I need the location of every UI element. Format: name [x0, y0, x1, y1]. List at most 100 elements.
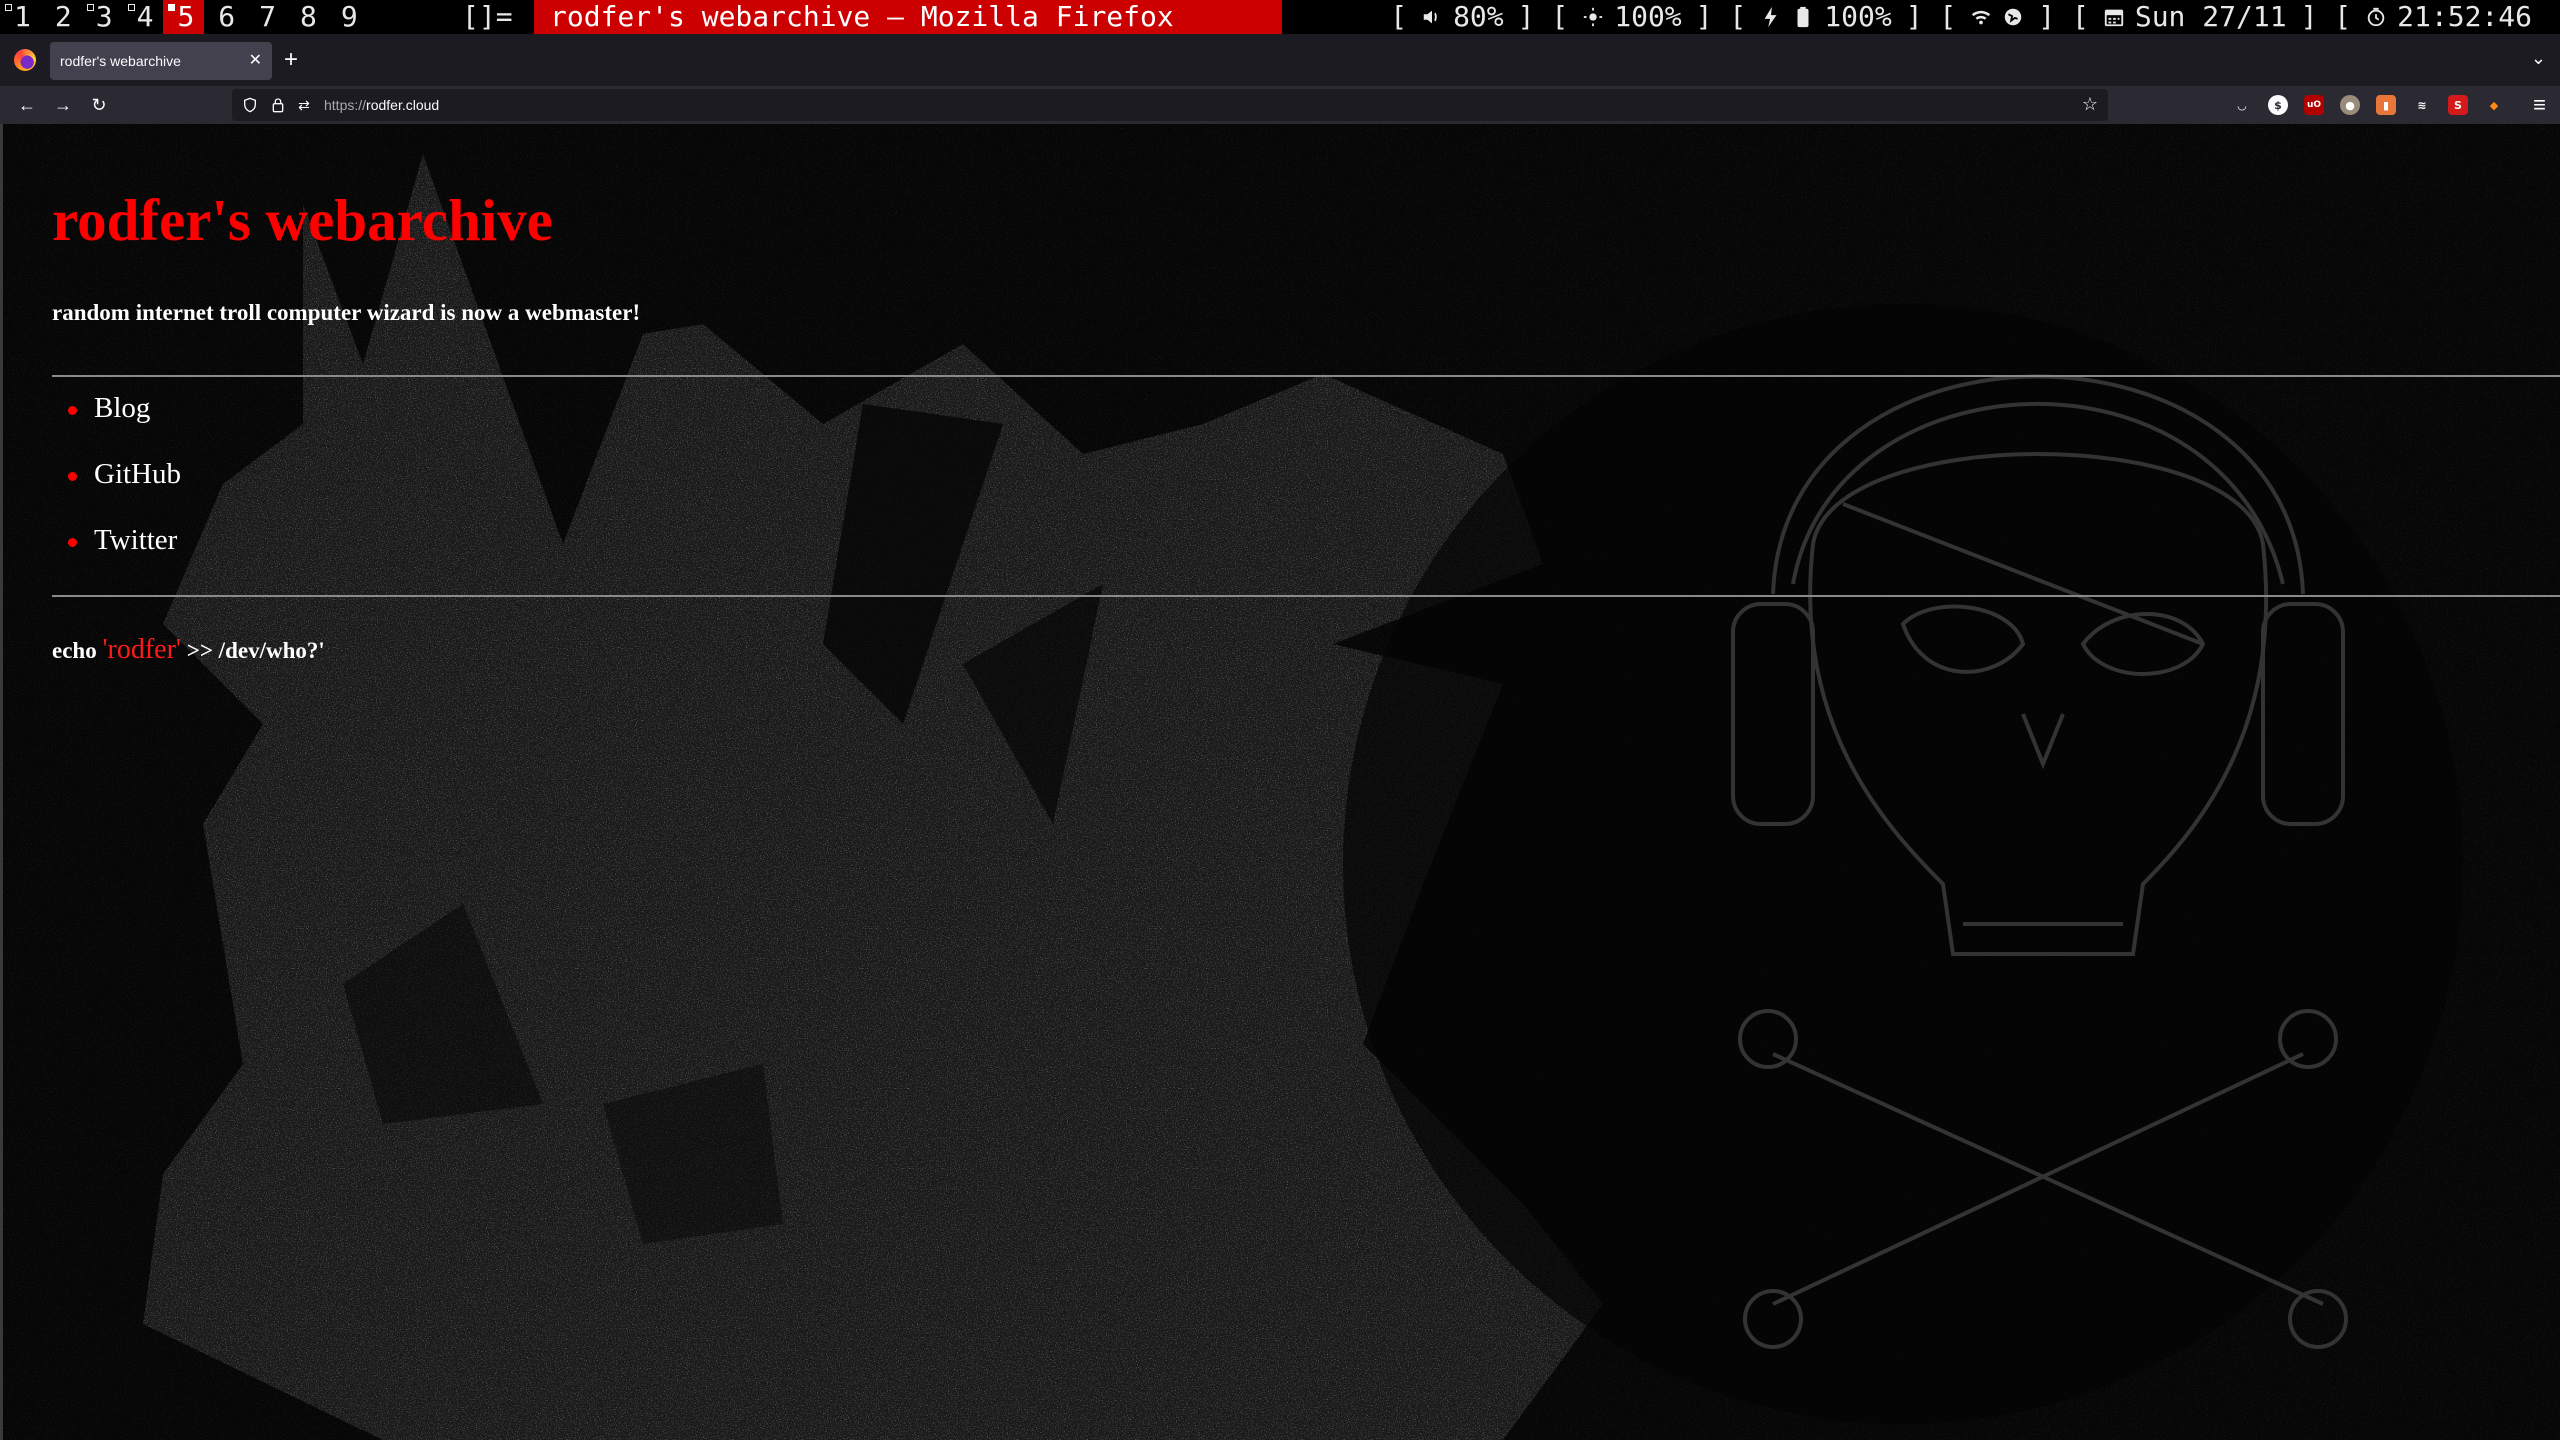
tab-title: rodfer's webarchive: [60, 53, 181, 69]
fox-extension-icon[interactable]: ◆: [2484, 95, 2504, 115]
url-text[interactable]: https://rodfer.cloud: [324, 97, 439, 113]
tag-label: 7: [259, 0, 277, 33]
trash-extension-icon[interactable]: ▮: [2376, 95, 2396, 115]
close-tab-icon[interactable]: ✕: [249, 50, 262, 70]
clock-icon: [2367, 7, 2385, 27]
browser-nav-bar: ← → ↻ ⇄ https://rodfer.cloud ☆ ◡ $ uO ● …: [0, 86, 2560, 124]
s-extension-icon[interactable]: S: [2448, 95, 2468, 115]
network-status: [1964, 6, 2030, 28]
reload-icon[interactable]: ↻: [86, 92, 112, 118]
occupied-indicator: [168, 4, 176, 11]
workspace-tag-9[interactable]: 9: [327, 0, 368, 34]
lock-icon[interactable]: [268, 95, 288, 115]
site-tagline: random internet troll computer wizard is…: [52, 300, 641, 325]
tag-label: 2: [54, 0, 72, 33]
nav-link-blog[interactable]: Blog: [52, 392, 181, 458]
link-label: GitHub: [94, 458, 181, 490]
speaker-icon: [1423, 10, 1437, 24]
workspace-tag-6[interactable]: 6: [204, 0, 245, 34]
workspace-tag-3[interactable]: 3: [82, 0, 123, 34]
occupied-indicator: [127, 4, 135, 11]
bracket: ] [: [1517, 0, 1569, 33]
status-area: [ 80% ] [ 100% ] [ 100% ] [ ] [ Sun 27/1…: [1382, 0, 2538, 34]
volume-value: 80%: [1453, 0, 1504, 33]
tag-label: 9: [340, 0, 358, 33]
browser-tab-bar: rodfer's webarchive ✕ + ⌄: [0, 34, 2560, 86]
echo-prefix: echo: [52, 638, 103, 663]
page-viewport: rodfer's webarchive random internet trol…: [0, 124, 2560, 1440]
site-title: rodfer's webarchive: [52, 187, 553, 253]
new-tab-button[interactable]: +: [284, 46, 298, 74]
hamburger-menu-icon[interactable]: ≡: [2533, 92, 2546, 118]
tag-label: 1: [14, 0, 31, 33]
tag-label: 8: [300, 0, 317, 33]
tag-label: 6: [218, 0, 236, 33]
workspace-tag-5[interactable]: 5: [163, 0, 205, 34]
bracket: ] [: [2038, 0, 2089, 33]
link-label: Blog: [94, 392, 151, 424]
calendar-icon: [2104, 9, 2124, 27]
time-status: 21:52:46: [2359, 0, 2538, 34]
browser-tab-active[interactable]: rodfer's webarchive ✕: [50, 42, 272, 80]
nav-link-twitter[interactable]: Twitter: [52, 524, 181, 590]
echo-suffix: >> /dev/who?': [180, 638, 325, 663]
pocket-icon[interactable]: ◡: [2232, 95, 2252, 115]
date-value: Sun 27/11: [2134, 0, 2287, 33]
workspace-tag-2[interactable]: 2: [41, 0, 82, 34]
echo-highlight: 'rodfer': [102, 634, 181, 665]
globe-icon: [2005, 8, 2022, 26]
firefox-icon[interactable]: [14, 49, 36, 71]
wifi-icon: [1972, 10, 1991, 25]
workspace-tag-8[interactable]: 8: [286, 0, 327, 34]
nav-link-github[interactable]: GitHub: [52, 458, 181, 524]
bracket: ] [: [2300, 0, 2352, 33]
battery-icon: [1797, 6, 1809, 28]
url-protocol: https://: [324, 97, 367, 113]
occupied-indicator: [86, 4, 94, 11]
battery-value: 100%: [1824, 0, 1892, 33]
workspace-tag-4[interactable]: 4: [123, 0, 164, 34]
time-value: 21:52:46: [2397, 0, 2532, 33]
bullet-icon: [68, 472, 77, 481]
tag-label: 5: [177, 0, 195, 33]
layout-symbol[interactable]: []=: [462, 0, 513, 34]
bookmark-star-icon[interactable]: ☆: [2082, 94, 2098, 115]
divider-bottom: [52, 595, 2560, 597]
dollar-extension-icon[interactable]: $: [2268, 95, 2288, 115]
occupied-indicator: [5, 4, 12, 11]
monkey-extension-icon[interactable]: ●: [2340, 95, 2360, 115]
permissions-icon[interactable]: ⇄: [294, 95, 314, 115]
chevron-down-icon[interactable]: ⌄: [2531, 48, 2546, 69]
link-label: Twitter: [94, 524, 178, 556]
workspace-tag-7[interactable]: 7: [245, 0, 286, 34]
back-arrow-icon[interactable]: ←: [14, 92, 40, 118]
divider-top: [52, 375, 2560, 377]
echo-line: echo 'rodfer' >> /dev/who?': [52, 634, 325, 666]
window-manager-bar: 1 2 3 4 5 6 7 8 9 []= rodfer's webarchiv…: [0, 0, 2560, 34]
shield-shape: [244, 97, 256, 113]
sun-icon: [1584, 7, 1603, 27]
bracket: ] [: [1695, 0, 1747, 33]
bullet-icon: [68, 406, 77, 415]
bullet-icon: [68, 538, 77, 547]
tag-label: 3: [95, 0, 113, 33]
charging-bolt-icon: [1764, 6, 1777, 28]
brightness-status: 100%: [1576, 0, 1687, 34]
site-nav-list: Blog GitHub Twitter: [52, 392, 181, 590]
forward-arrow-icon[interactable]: →: [50, 92, 76, 118]
bracket: ] [: [1905, 0, 1957, 33]
page-content: rodfer's webarchive random internet trol…: [3, 124, 2560, 1440]
workspace-tag-1[interactable]: 1: [0, 0, 41, 34]
stack-extension-icon[interactable]: ≋: [2412, 95, 2432, 115]
volume-status: 80%: [1415, 0, 1510, 34]
workspace-tags: 1 2 3 4 5 6 7 8 9: [0, 0, 368, 34]
battery-status: 100%: [1754, 0, 1897, 34]
brightness-value: 100%: [1614, 0, 1682, 33]
tag-label: 4: [136, 0, 154, 33]
url-host: rodfer.cloud: [366, 97, 440, 113]
url-bar[interactable]: ⇄ https://rodfer.cloud ☆: [232, 89, 2108, 121]
lock-shape: [272, 98, 284, 113]
shield-icon[interactable]: [240, 95, 260, 115]
ublock-icon[interactable]: uO: [2304, 95, 2324, 115]
window-title: rodfer's webarchive — Mozilla Firefox: [534, 0, 1282, 34]
